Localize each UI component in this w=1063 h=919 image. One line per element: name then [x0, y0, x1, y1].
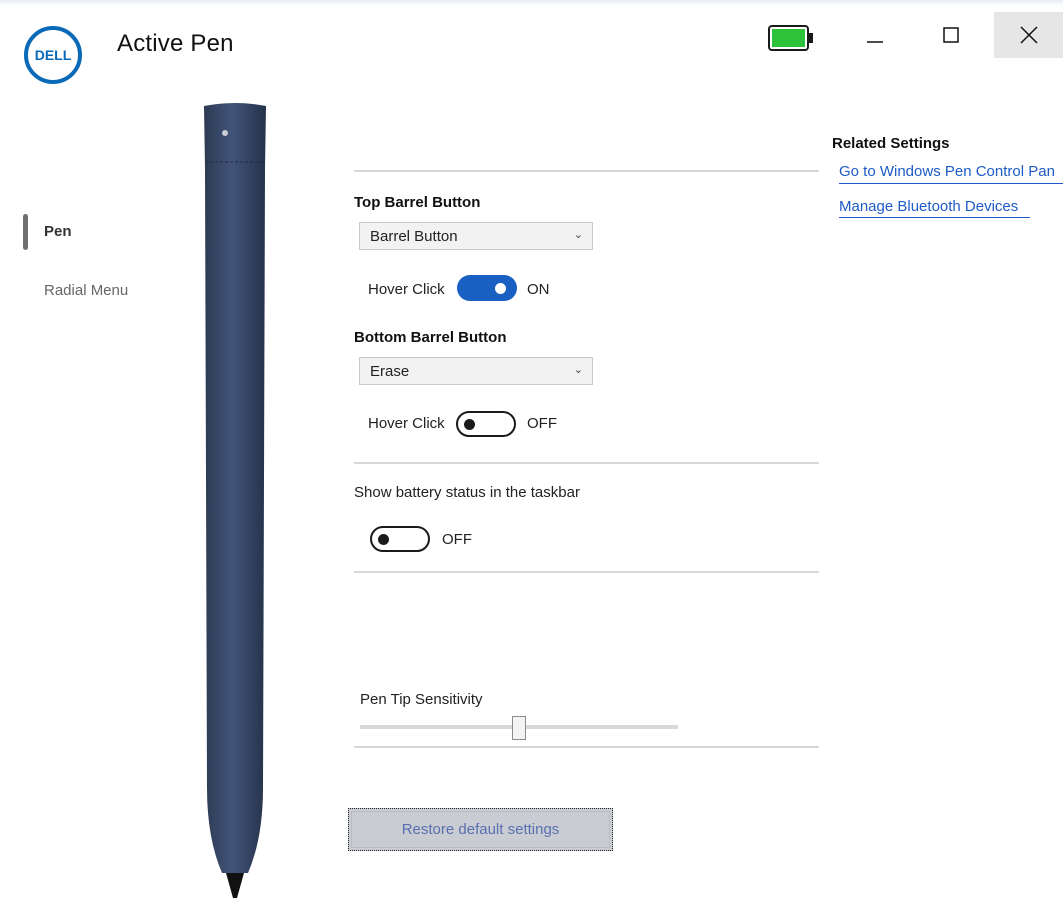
windows-pen-control-link[interactable]: Go to Windows Pen Control Pan [839, 163, 1055, 180]
logo-text: DELL [35, 47, 72, 63]
slider-thumb[interactable] [512, 716, 526, 740]
link-underline [839, 183, 1063, 184]
toggle-knob [464, 419, 475, 430]
app-title: Active Pen [117, 30, 234, 57]
bottom-barrel-dropdown[interactable]: Erase ⌄ [359, 357, 593, 385]
minimize-icon [867, 41, 883, 43]
pen-illustration [204, 103, 266, 898]
bottom-barrel-selected: Erase [370, 363, 410, 380]
top-hover-click-toggle[interactable] [457, 275, 517, 301]
minimize-button[interactable] [846, 12, 904, 58]
chevron-down-icon: ⌄ [573, 229, 583, 241]
manage-bluetooth-link[interactable]: Manage Bluetooth Devices [839, 198, 1018, 215]
toggle-knob [495, 282, 506, 294]
separator [354, 746, 819, 748]
bottom-barrel-title: Bottom Barrel Button [354, 329, 507, 346]
chevron-down-icon: ⌄ [573, 364, 583, 376]
bottom-hover-click-toggle[interactable] [456, 411, 516, 437]
title-bar: DELL Active Pen [0, 0, 1063, 84]
close-button[interactable] [994, 12, 1063, 58]
battery-icon [768, 25, 813, 51]
close-icon [1019, 26, 1038, 44]
bottom-hover-click-state: OFF [527, 415, 557, 432]
related-settings-title: Related Settings [832, 135, 950, 152]
pen-tip-sensitivity-label: Pen Tip Sensitivity [360, 691, 483, 708]
nav-selection-indicator [23, 214, 28, 250]
battery-status-label: Show battery status in the taskbar [354, 484, 580, 501]
separator [354, 462, 819, 464]
restore-defaults-button[interactable]: Restore default settings [348, 808, 613, 851]
top-hover-click-state: ON [527, 281, 550, 298]
maximize-button[interactable] [922, 12, 980, 58]
dell-logo: DELL [24, 26, 82, 84]
separator [354, 170, 819, 172]
battery-status-state: OFF [442, 531, 472, 548]
top-barrel-title: Top Barrel Button [354, 194, 481, 211]
nav-item-radial-menu[interactable]: Radial Menu [44, 282, 128, 299]
battery-status-toggle[interactable] [370, 526, 430, 552]
toggle-knob [378, 534, 389, 545]
window-top-edge [0, 0, 1063, 6]
maximize-icon [943, 27, 959, 43]
top-barrel-selected: Barrel Button [370, 228, 458, 245]
link-underline [839, 217, 1030, 218]
separator [354, 571, 819, 573]
nav-item-pen[interactable]: Pen [44, 223, 72, 240]
bottom-hover-click-label: Hover Click [368, 415, 445, 432]
top-barrel-dropdown[interactable]: Barrel Button ⌄ [359, 222, 593, 250]
top-hover-click-label: Hover Click [368, 281, 445, 298]
